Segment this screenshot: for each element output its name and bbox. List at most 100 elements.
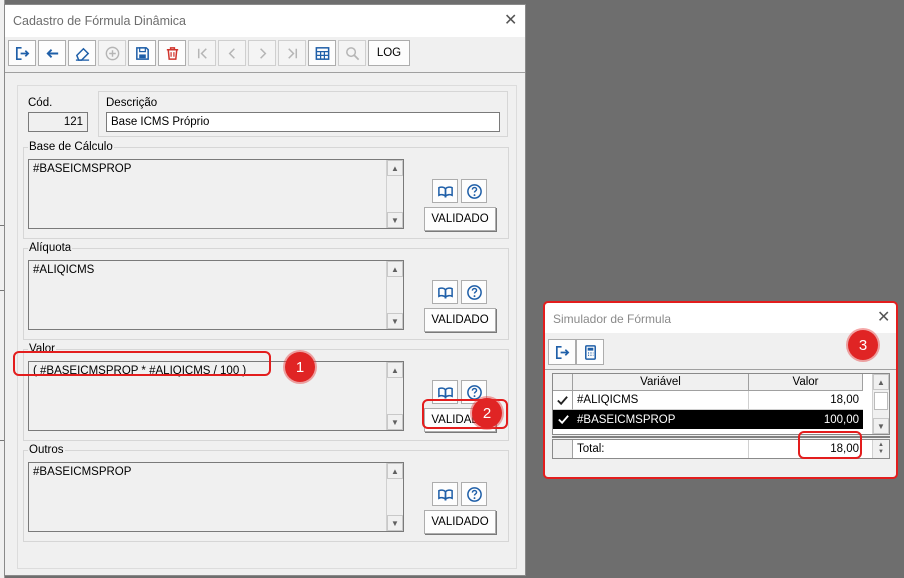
book-icon xyxy=(437,286,453,299)
book-icon xyxy=(437,488,453,501)
checkmark-icon[interactable] xyxy=(553,410,573,429)
library-button[interactable] xyxy=(432,179,458,203)
validate-button[interactable]: VALIDADO xyxy=(424,510,496,534)
variable-cell[interactable]: #ALIQICMS xyxy=(573,391,749,410)
scroll-up-icon[interactable]: ▲ xyxy=(873,374,889,390)
clear-button[interactable] xyxy=(68,40,96,66)
exit-button[interactable] xyxy=(548,339,576,365)
outros-label: Outros xyxy=(28,444,65,456)
simulator-titlebar: Simulador de Fórmula ✕ xyxy=(545,303,896,333)
next-record-icon xyxy=(259,47,266,59)
cod-field[interactable]: 121 xyxy=(28,112,88,132)
formula-highlight xyxy=(13,351,271,376)
outros-formula-text: #BASEICMSPROP xyxy=(33,466,132,478)
total-highlight xyxy=(798,431,862,459)
value-cell[interactable]: 100,00 xyxy=(749,410,863,429)
aliquota-formula-text: #ALIQICMS xyxy=(33,264,95,276)
scroll-down-icon[interactable]: ▼ xyxy=(873,418,889,434)
formula-dialog: Cadastro de Fórmula Dinâmica ✕ LOG Cód. xyxy=(4,4,526,576)
callout-badge: 1 xyxy=(285,352,315,382)
toolbar-divider xyxy=(545,369,896,370)
last-record-button[interactable] xyxy=(278,40,306,66)
outros-formula[interactable]: #BASEICMSPROP ▲ ▼ xyxy=(28,462,404,532)
variables-grid: Variável Valor #ALIQICMS 18,00 #BASEICMS… xyxy=(552,373,890,435)
scrollbar[interactable]: ▲ ▼ xyxy=(386,160,403,228)
validate-button[interactable]: VALIDADO xyxy=(424,207,496,231)
description-field[interactable]: Base ICMS Próprio xyxy=(106,112,500,132)
cod-label: Cód. xyxy=(28,97,53,109)
save-icon xyxy=(135,46,149,60)
dialog-titlebar: Cadastro de Fórmula Dinâmica ✕ xyxy=(5,5,525,37)
help-button[interactable] xyxy=(461,482,487,506)
base-calculo-formula-text: #BASEICMSPROP xyxy=(33,163,132,175)
column-header[interactable]: Variável xyxy=(573,374,749,391)
exit-button[interactable] xyxy=(8,40,36,66)
base-calculo-label: Base de Cálculo xyxy=(28,141,114,153)
calculate-button[interactable] xyxy=(576,339,604,365)
help-icon xyxy=(466,384,482,400)
last-record-icon xyxy=(287,47,297,59)
exit-icon xyxy=(555,345,569,359)
scrollbar[interactable]: ▲ ▼ xyxy=(872,374,889,434)
log-button[interactable]: LOG xyxy=(368,40,410,66)
callout-badge: 2 xyxy=(472,398,502,428)
grid-header-indicator xyxy=(553,374,573,391)
previous-record-button[interactable] xyxy=(218,40,246,66)
scroll-up-icon[interactable]: ▲ xyxy=(387,362,403,378)
back-arrow-icon xyxy=(45,48,58,58)
close-icon[interactable]: ✕ xyxy=(504,13,517,29)
help-button[interactable] xyxy=(461,280,487,304)
base-calculo-formula[interactable]: #BASEICMSPROP ▲ ▼ xyxy=(28,159,404,229)
help-button[interactable] xyxy=(461,179,487,203)
book-icon xyxy=(437,185,453,198)
total-scroll[interactable]: ▲ ▼ xyxy=(872,440,889,458)
add-button[interactable] xyxy=(98,40,126,66)
simulator-title: Simulador de Fórmula xyxy=(553,312,672,326)
total-label: Total: xyxy=(573,440,749,458)
table-button[interactable] xyxy=(308,40,336,66)
description-label: Descrição xyxy=(106,97,158,109)
dialog-title: Cadastro de Fórmula Dinâmica xyxy=(13,14,186,28)
book-icon xyxy=(437,386,453,399)
column-header[interactable]: Valor xyxy=(749,374,863,391)
scrollbar[interactable]: ▲ ▼ xyxy=(386,463,403,531)
delete-button[interactable] xyxy=(158,40,186,66)
scrollbar[interactable]: ▲ ▼ xyxy=(386,261,403,329)
scroll-up-icon[interactable]: ▲ xyxy=(387,463,403,479)
back-button[interactable] xyxy=(38,40,66,66)
scroll-down-icon[interactable]: ▼ xyxy=(387,414,403,430)
table-icon xyxy=(315,46,329,60)
eraser-icon xyxy=(75,47,89,61)
scroll-up-icon[interactable]: ▲ xyxy=(387,261,403,277)
toolbar-divider xyxy=(5,72,525,73)
library-button[interactable] xyxy=(432,482,458,506)
checkmark-icon[interactable] xyxy=(553,391,573,410)
help-icon xyxy=(466,284,482,300)
validate-button[interactable]: VALIDADO xyxy=(424,308,496,332)
search-button[interactable] xyxy=(338,40,366,66)
delete-icon xyxy=(166,46,178,60)
scroll-down-icon[interactable]: ▼ xyxy=(387,515,403,531)
formula-panel: Cód. 121 Descrição Base ICMS Próprio Bas… xyxy=(17,85,517,569)
scroll-down-icon[interactable]: ▼ xyxy=(387,212,403,228)
value-cell[interactable]: 18,00 xyxy=(749,391,863,410)
scroll-down-icon[interactable]: ▼ xyxy=(387,313,403,329)
previous-record-icon xyxy=(228,47,235,59)
scroll-up-icon[interactable]: ▲ xyxy=(387,160,403,176)
callout-badge: 3 xyxy=(848,330,878,360)
calculator-icon xyxy=(584,344,596,360)
help-icon xyxy=(466,486,482,502)
variable-cell[interactable]: #BASEICMSPROP xyxy=(573,410,749,429)
save-button[interactable] xyxy=(128,40,156,66)
close-icon[interactable]: ✕ xyxy=(877,310,890,326)
library-button[interactable] xyxy=(432,280,458,304)
total-row-indicator xyxy=(553,440,573,458)
aliquota-label: Alíquota xyxy=(28,242,73,254)
aliquota-formula[interactable]: #ALIQICMS ▲ ▼ xyxy=(28,260,404,330)
add-icon xyxy=(105,46,119,60)
next-record-button[interactable] xyxy=(248,40,276,66)
first-record-button[interactable] xyxy=(188,40,216,66)
first-record-icon xyxy=(197,47,207,59)
scrollbar[interactable]: ▲ ▼ xyxy=(386,362,403,430)
scroll-thumb[interactable] xyxy=(874,392,888,410)
